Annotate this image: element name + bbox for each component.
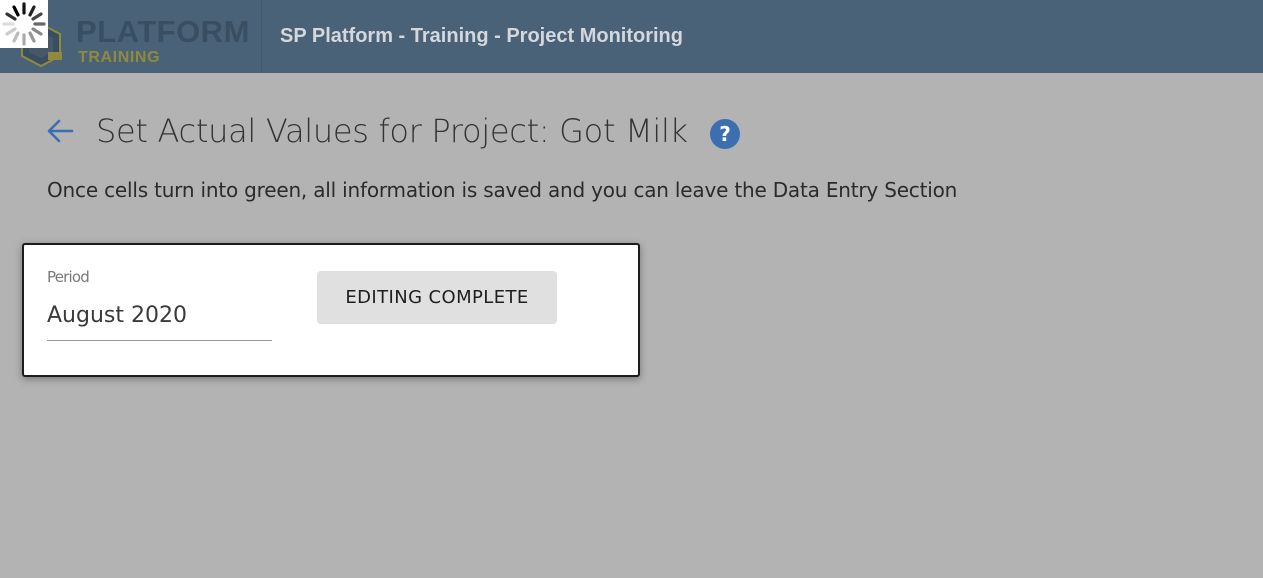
arrow-left-icon[interactable]: [44, 115, 76, 147]
app-title: SP Platform - Training - Project Monitor…: [280, 25, 683, 47]
spinner-icon: [0, 0, 48, 48]
period-select[interactable]: August 2020: [47, 302, 272, 341]
svg-text:?: ?: [719, 122, 731, 146]
page-subtitle: Once cells turn into green, all informat…: [47, 178, 958, 202]
logo-subtext: TRAINING: [78, 49, 161, 66]
top-app-bar: PLATFORM TRAINING SP Platform - Training…: [0, 0, 1263, 73]
editing-complete-button[interactable]: EDITING COMPLETE: [317, 271, 557, 324]
logo-text: PLATFORM: [76, 14, 250, 49]
period-label: Period: [47, 268, 90, 286]
period-card: Period August 2020 EDITING COMPLETE: [22, 243, 640, 377]
page-title: Set Actual Values for Project: Got Milk: [96, 112, 688, 150]
question-circle-icon[interactable]: ?: [709, 118, 741, 150]
